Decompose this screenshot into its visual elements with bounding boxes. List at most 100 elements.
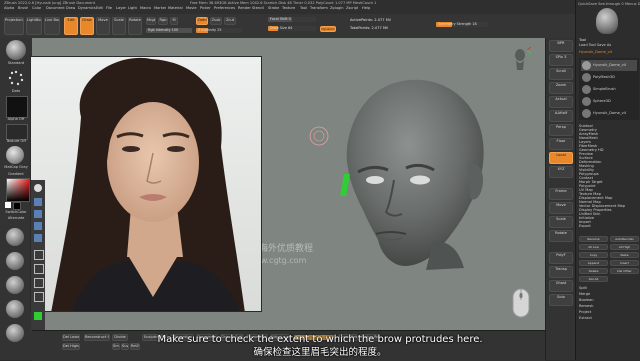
image-icon[interactable]	[34, 198, 42, 206]
brush-standard-icon[interactable]	[6, 40, 26, 60]
rotate-icon[interactable]	[34, 234, 42, 242]
z-intensity-slider[interactable]: Z Intensity 25	[196, 28, 242, 33]
menu-item-document[interactable]: Document	[46, 6, 65, 10]
flip-icon[interactable]	[34, 264, 44, 274]
menu-item-macro[interactable]: Macro	[140, 6, 151, 10]
autoreorder-button[interactable]: AutoReorder	[610, 236, 639, 242]
boolean-item[interactable]: Boolean	[579, 298, 639, 302]
menu-item-movie[interactable]: Movie	[186, 6, 197, 10]
rotate-button[interactable]: Rotate	[128, 17, 142, 35]
remesh-item[interactable]: Remesh	[579, 304, 639, 308]
menu-item-zscript[interactable]: Zscript	[346, 6, 358, 10]
menu-item-zplugin[interactable]: Zplugin	[330, 6, 344, 10]
draw-size-slider[interactable]: Draw Size 64	[268, 26, 316, 31]
append-button[interactable]: Append	[579, 260, 608, 266]
gradient-label[interactable]: Gradient	[2, 172, 30, 176]
menu-item-material[interactable]: Material	[168, 6, 183, 10]
symmetry-strength-slider[interactable]: Symmetry Strength 18	[436, 22, 488, 27]
switch-color-label[interactable]: SwitchColor	[2, 210, 30, 214]
projection-master-button[interactable]: Projection Master	[4, 17, 24, 35]
move-view-button[interactable]: Move	[549, 202, 573, 214]
menu-item-file[interactable]: File	[106, 6, 112, 10]
project-item[interactable]: Project	[579, 310, 639, 314]
subtool-item[interactable]: PolyMesh3D	[581, 72, 637, 83]
zoom-button[interactable]: Zoom	[549, 82, 573, 94]
ghost-button[interactable]: Ghost	[549, 280, 573, 292]
main-color-swatch-icon[interactable]	[5, 202, 11, 208]
menu-item-light[interactable]: Light	[128, 6, 137, 10]
menu-item-dynamics[interactable]: Dynamics	[78, 6, 96, 10]
rgb-button[interactable]: Rgb	[158, 17, 168, 25]
merge-item[interactable]: Merge	[579, 292, 639, 296]
green-tool-icon[interactable]	[34, 312, 42, 320]
copy-button[interactable]: Copy	[579, 252, 608, 258]
subtool-item[interactable]: Hyunsik_Dome_v4	[581, 108, 637, 119]
tool-load-save[interactable]: Load Tool Save As	[579, 43, 639, 47]
zsub-button[interactable]: Zsub	[210, 17, 222, 25]
pin-icon[interactable]	[34, 184, 42, 192]
scale-button[interactable]: Scale	[112, 17, 126, 35]
rotate-view-button[interactable]: Rotate	[549, 230, 573, 242]
dynamic-button[interactable]: Dynamic	[320, 26, 336, 32]
subpalette-item[interactable]: Export	[579, 224, 639, 228]
color-picker-icon[interactable]	[6, 178, 30, 202]
alternate-label[interactable]: Alternate	[2, 216, 30, 220]
tool-palette-header[interactable]: Tool	[579, 38, 639, 42]
tool-preview-head-icon[interactable]	[596, 8, 618, 34]
move-button[interactable]: Move	[96, 17, 110, 35]
menu-item-texture[interactable]: Texture	[282, 6, 295, 10]
local-button[interactable]: Local	[549, 152, 573, 164]
menu-item-alpha[interactable]: Alpha	[4, 6, 14, 10]
menu-item-preferences[interactable]: Preferences	[214, 6, 235, 10]
menu-item-stencil[interactable]: Stencil	[252, 6, 264, 10]
sculpt-head-model[interactable]	[328, 72, 498, 272]
floor-button[interactable]: Floor	[549, 138, 573, 150]
material-matcap-icon[interactable]	[6, 146, 24, 164]
focal-shift-slider[interactable]: Focal Shift 0	[268, 17, 316, 22]
frame-button[interactable]: Frame	[549, 188, 573, 200]
extract-item[interactable]: Extract	[579, 316, 639, 320]
brush-preset-3-icon[interactable]	[6, 276, 24, 294]
menu-item-marker[interactable]: Marker	[154, 6, 166, 10]
subtool-item[interactable]: Hyunsik_Dome_v4	[581, 60, 637, 71]
brush-preset-2-icon[interactable]	[6, 252, 24, 270]
draw-button[interactable]: Draw	[80, 17, 94, 35]
insert-button[interactable]: Insert	[610, 260, 639, 266]
menu-item-help[interactable]: Help	[362, 6, 370, 10]
opacity-icon[interactable]	[34, 278, 44, 288]
menu-item-picker[interactable]: Picker	[200, 6, 211, 10]
menu-item-transform[interactable]: Transform	[310, 6, 328, 10]
reference-photo[interactable]	[30, 56, 262, 312]
menu-item-tool[interactable]: Tool	[300, 6, 307, 10]
menu-item-edit[interactable]: Edit	[96, 6, 103, 10]
scroll-button[interactable]: Scroll	[549, 68, 573, 80]
scale-icon[interactable]	[34, 222, 42, 230]
menu-item-render[interactable]: Render	[238, 6, 251, 10]
m-button[interactable]: M	[170, 17, 178, 25]
texture-off-icon[interactable]	[6, 124, 28, 140]
navigation-gizmo-icon[interactable]	[510, 46, 532, 76]
brush-preset-1-icon[interactable]	[6, 228, 24, 246]
spix-button[interactable]: SPix 3	[549, 54, 573, 66]
delete-button[interactable]: Delete	[579, 268, 608, 274]
menu-item-draw[interactable]: Draw	[66, 6, 75, 10]
all-high-button[interactable]: All High	[610, 244, 639, 250]
persp-button[interactable]: Persp	[549, 124, 573, 136]
subtool-item[interactable]: SimpleBrush	[581, 84, 637, 95]
split-item[interactable]: Split	[579, 286, 639, 290]
close-icon[interactable]	[34, 292, 44, 302]
all-low-button[interactable]: All Low	[579, 244, 608, 250]
solo-button[interactable]: Solo	[549, 294, 573, 306]
menu-item-color[interactable]: Color	[32, 6, 41, 10]
xyz-button[interactable]: XYZ	[549, 166, 573, 178]
paste-button[interactable]: Paste	[610, 252, 639, 258]
mrgb-button[interactable]: Mrgb	[146, 17, 156, 25]
stroke-dots-icon[interactable]	[6, 68, 26, 88]
zadd-button[interactable]: Zadd	[196, 17, 208, 25]
secondary-color-swatch-icon[interactable]	[13, 202, 21, 210]
transp-button[interactable]: Transp	[549, 266, 573, 278]
menu-item-stroke[interactable]: Stroke	[268, 6, 279, 10]
zcut-button[interactable]: Zcut	[224, 17, 236, 25]
edit-button[interactable]: Edit	[64, 17, 78, 35]
live-boolean-button[interactable]: Live Boolean	[44, 17, 60, 35]
